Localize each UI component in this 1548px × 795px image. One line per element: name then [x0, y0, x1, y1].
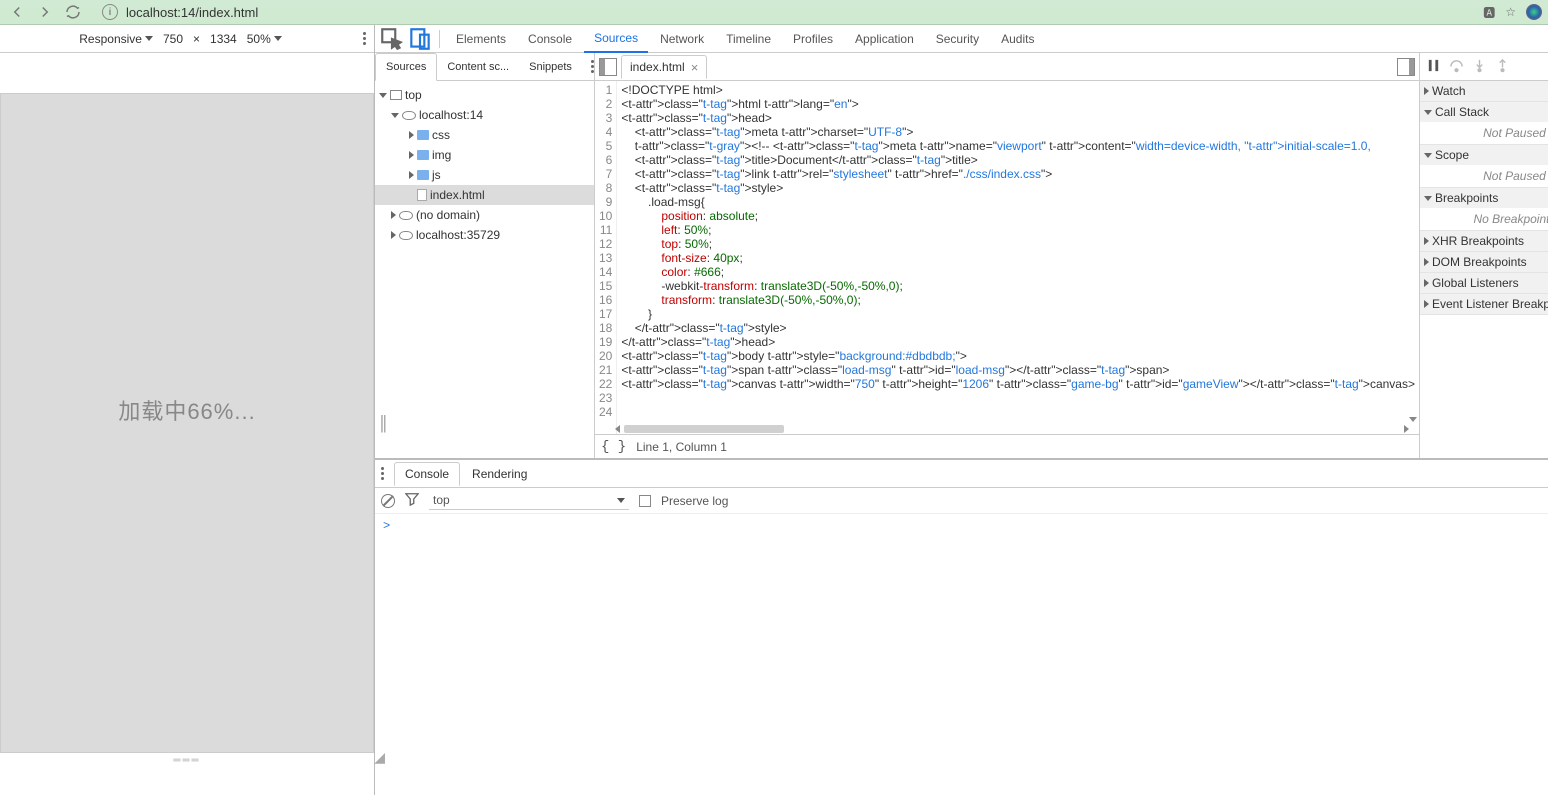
debugger-toolbar: [1420, 53, 1548, 81]
pretty-print-icon[interactable]: { }: [601, 439, 626, 455]
browser-toolbar: i localhost:14/index.html 🅰 ☆: [0, 0, 1548, 25]
viewport-width[interactable]: 750: [163, 32, 183, 46]
site-info-icon[interactable]: i: [102, 4, 118, 20]
drawer-tab-rendering[interactable]: Rendering: [462, 462, 537, 486]
preserve-log-label: Preserve log: [661, 494, 728, 508]
device-toolbar-menu[interactable]: [363, 32, 366, 45]
scope-status: Not Paused: [1420, 165, 1548, 187]
global-listeners-section[interactable]: Global Listeners: [1420, 273, 1548, 293]
tree-folder-css[interactable]: css: [375, 125, 594, 145]
inspect-element-icon[interactable]: [379, 27, 405, 51]
debugger-sidebar: Watch Call Stack Not Paused Scope Not Pa…: [1419, 53, 1548, 458]
console-drawer: Console Rendering top Preserve log >: [375, 458, 1548, 795]
address-bar[interactable]: localhost:14/index.html: [124, 5, 1477, 20]
context-dropdown[interactable]: top: [429, 491, 629, 510]
toggle-debugger-icon[interactable]: [1397, 58, 1415, 76]
file-icon: [417, 189, 427, 201]
file-tree: top localhost:14 css img js index.html (…: [375, 81, 594, 249]
tab-sources[interactable]: Sources: [584, 25, 648, 53]
reload-button[interactable]: [62, 1, 84, 23]
forward-button[interactable]: [34, 1, 56, 23]
tab-audits[interactable]: Audits: [991, 25, 1044, 53]
devtools-pane: Elements Console Sources Network Timelin…: [375, 25, 1548, 795]
cloud-icon: [399, 211, 413, 220]
scope-section[interactable]: Scope: [1420, 145, 1548, 165]
horizontal-scrollbar[interactable]: [615, 424, 1409, 434]
tab-profiles[interactable]: Profiles: [783, 25, 843, 53]
tree-host-localhost35729[interactable]: localhost:35729: [375, 225, 594, 245]
code-editor[interactable]: 123456789101112131415161718192021222324 …: [595, 81, 1419, 434]
device-toolbar: Responsive 750 × 1334 50%: [0, 25, 374, 53]
devtools-tabbar: Elements Console Sources Network Timelin…: [375, 25, 1548, 53]
tab-console[interactable]: Console: [518, 25, 582, 53]
device-mode-dropdown[interactable]: Responsive: [79, 32, 153, 46]
navigator-menu[interactable]: [591, 60, 594, 73]
resize-handle-bottom[interactable]: ═══: [173, 755, 200, 766]
cloud-icon: [399, 231, 413, 240]
tab-application[interactable]: Application: [845, 25, 924, 53]
resize-handle-corner[interactable]: ◢: [374, 749, 385, 766]
clear-console-icon[interactable]: [381, 494, 395, 508]
tree-folder-js[interactable]: js: [375, 165, 594, 185]
translate-icon[interactable]: 🅰: [1483, 4, 1495, 21]
zoom-dropdown[interactable]: 50%: [247, 32, 282, 46]
nav-tab-content-scripts[interactable]: Content sc...: [437, 53, 519, 81]
cloud-icon: [402, 111, 416, 120]
console-toolbar: top Preserve log: [375, 488, 1548, 514]
folder-icon: [417, 150, 429, 160]
folder-icon: [417, 170, 429, 180]
back-button[interactable]: [6, 1, 28, 23]
tab-security[interactable]: Security: [926, 25, 989, 53]
tree-host-localhost14[interactable]: localhost:14: [375, 105, 594, 125]
rendered-page[interactable]: 加载中66%... || ═══ ◢: [0, 93, 374, 753]
tree-no-domain[interactable]: (no domain): [375, 205, 594, 225]
preserve-log-checkbox[interactable]: [639, 495, 651, 507]
scroll-down-arrow[interactable]: [1409, 417, 1417, 422]
event-listener-breakpoints-section[interactable]: Event Listener Breakpoints: [1420, 294, 1548, 314]
dom-breakpoints-section[interactable]: DOM Breakpoints: [1420, 252, 1548, 272]
watch-section[interactable]: Watch: [1420, 81, 1548, 101]
viewport-area: 加载中66%... || ═══ ◢: [0, 53, 374, 795]
callstack-section[interactable]: Call Stack: [1420, 102, 1548, 122]
close-icon[interactable]: ×: [691, 60, 699, 75]
cursor-position: Line 1, Column 1: [636, 440, 727, 454]
tree-top-frame[interactable]: top: [375, 85, 594, 105]
step-into-icon[interactable]: [1472, 58, 1487, 76]
folder-icon: [417, 130, 429, 140]
page-preview-pane: Responsive 750 × 1334 50% 加载中66%... || ═…: [0, 25, 375, 795]
breakpoints-status: No Breakpoints: [1420, 208, 1548, 230]
tree-folder-img[interactable]: img: [375, 145, 594, 165]
drawer-tab-console[interactable]: Console: [394, 462, 460, 486]
console-output[interactable]: >: [375, 514, 1548, 795]
tab-elements[interactable]: Elements: [446, 25, 516, 53]
dimension-separator: ×: [193, 32, 200, 46]
filter-icon[interactable]: [405, 492, 419, 509]
extension-icon[interactable]: [1526, 4, 1542, 20]
breakpoints-section[interactable]: Breakpoints: [1420, 188, 1548, 208]
console-prompt[interactable]: >: [383, 519, 390, 533]
toggle-device-icon[interactable]: [407, 27, 433, 51]
editor-tab-index[interactable]: index.html×: [621, 55, 707, 79]
drawer-menu[interactable]: [381, 467, 384, 480]
pause-icon[interactable]: [1426, 58, 1441, 76]
tab-timeline[interactable]: Timeline: [716, 25, 781, 53]
tab-network[interactable]: Network: [650, 25, 714, 53]
code-editor-column: index.html× 1234567891011121314151617181…: [595, 53, 1419, 458]
bookmark-icon[interactable]: ☆: [1505, 5, 1516, 19]
loading-message: 加载中66%...: [118, 394, 255, 426]
editor-statusbar: { } Line 1, Column 1: [595, 434, 1419, 458]
nav-tab-sources[interactable]: Sources: [375, 53, 437, 81]
toggle-navigator-icon[interactable]: [599, 58, 617, 76]
step-over-icon[interactable]: [1449, 58, 1464, 76]
callstack-status: Not Paused: [1420, 122, 1548, 144]
nav-tab-snippets[interactable]: Snippets: [519, 53, 582, 81]
xhr-breakpoints-section[interactable]: XHR Breakpoints: [1420, 231, 1548, 251]
viewport-height[interactable]: 1334: [210, 32, 237, 46]
resize-handle-right[interactable]: ||: [380, 413, 385, 434]
tree-file-index[interactable]: index.html: [375, 185, 594, 205]
line-gutter[interactable]: 123456789101112131415161718192021222324: [595, 81, 617, 434]
step-out-icon[interactable]: [1495, 58, 1510, 76]
sources-navigator: Sources Content sc... Snippets top local…: [375, 53, 595, 458]
